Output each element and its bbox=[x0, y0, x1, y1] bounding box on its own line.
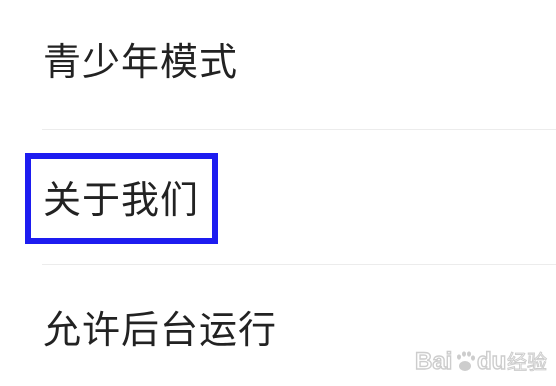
settings-list: 青少年模式 关于我们 允许后台运行 Bai du 经验 bbox=[0, 0, 556, 384]
svg-text:Bai: Bai bbox=[415, 348, 452, 375]
baidu-jingyan-watermark: Bai du 经验 bbox=[415, 342, 550, 378]
baidu-jingyan-logo: Bai du 经验 bbox=[415, 347, 548, 375]
settings-item-youth-mode[interactable]: 青少年模式 bbox=[0, 16, 556, 116]
svg-text:du: du bbox=[477, 348, 506, 375]
settings-item-label: 青少年模式 bbox=[43, 40, 239, 84]
settings-item-label: 允许后台运行 bbox=[43, 308, 278, 352]
settings-item-label: 关于我们 bbox=[43, 178, 200, 222]
baidu-paw-icon bbox=[457, 351, 475, 371]
svg-text:经验: 经验 bbox=[507, 350, 547, 374]
divider bbox=[42, 129, 556, 130]
divider bbox=[42, 264, 556, 265]
settings-item-about-us[interactable]: 关于我们 bbox=[0, 148, 556, 248]
